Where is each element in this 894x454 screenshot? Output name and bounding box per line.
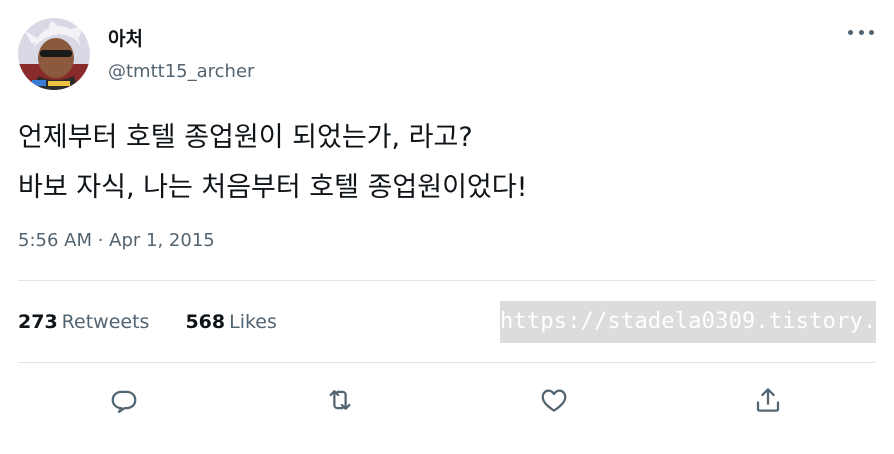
likes-stat[interactable]: 568 Likes	[185, 311, 276, 333]
anime-character-avatar-icon	[18, 18, 90, 90]
avatar[interactable]	[18, 18, 90, 90]
reply-icon	[111, 390, 137, 413]
reply-button[interactable]	[104, 380, 144, 420]
retweet-button[interactable]	[320, 380, 360, 420]
heart-icon	[541, 389, 567, 412]
likes-count: 568	[185, 311, 226, 333]
retweets-count: 273	[18, 311, 58, 333]
tweet-text: 언제부터 호텔 종업원이 되었는가, 라고? 바보 자식, 나는 처음부터 호텔…	[18, 122, 528, 203]
engagement-stats: 273 Retweets 568 Likes	[18, 311, 313, 333]
like-button[interactable]	[534, 380, 574, 420]
action-bar	[0, 380, 894, 424]
retweets-label: Retweets	[61, 311, 150, 333]
display-name[interactable]: 아처	[108, 24, 143, 51]
divider	[18, 280, 876, 281]
share-icon	[756, 388, 780, 412]
divider	[18, 362, 876, 363]
watermark: https://stadela0309.tistory.com	[500, 301, 894, 343]
retweet-icon	[329, 390, 351, 410]
retweets-stat[interactable]: 273 Retweets	[18, 311, 149, 333]
more-options-icon[interactable]	[848, 22, 874, 42]
user-handle[interactable]: @tmtt15_archer	[108, 61, 254, 82]
share-button[interactable]	[748, 380, 788, 420]
likes-label: Likes	[229, 311, 277, 333]
tweet-timestamp[interactable]: 5:56 AM · Apr 1, 2015	[18, 230, 215, 251]
